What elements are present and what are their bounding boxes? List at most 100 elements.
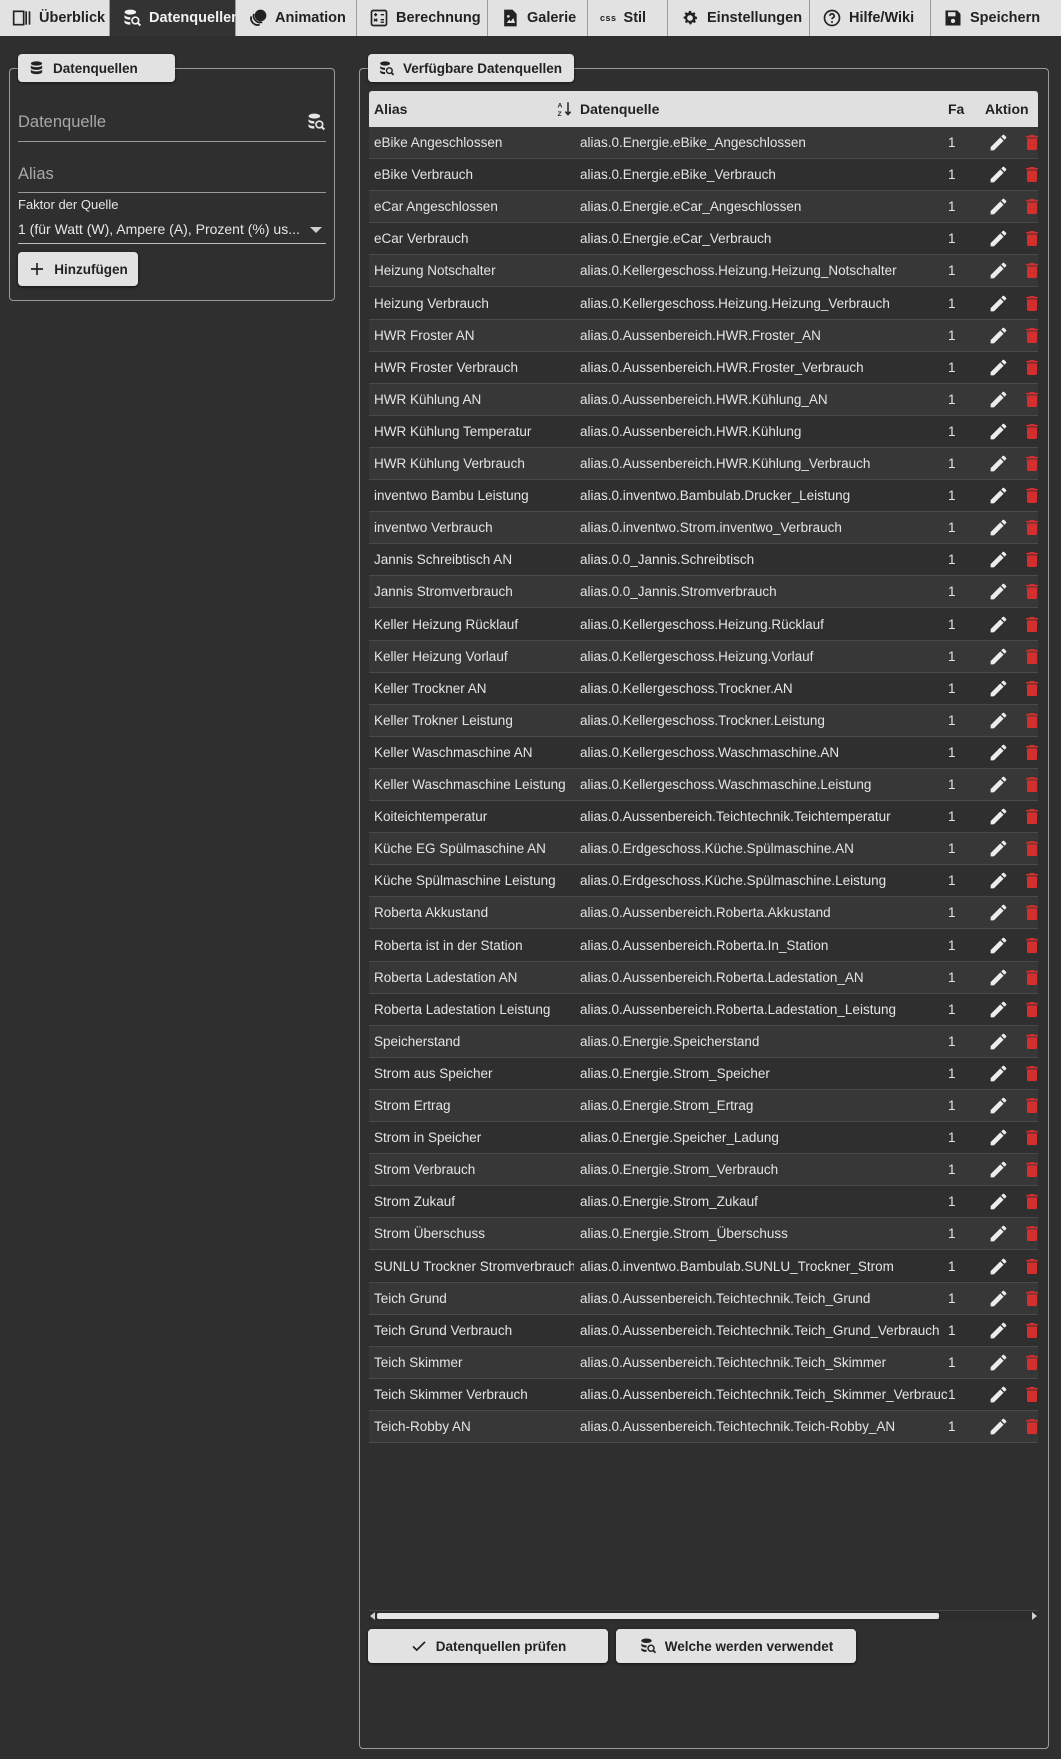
delete-icon[interactable]: [1022, 646, 1038, 667]
delete-icon[interactable]: [1022, 870, 1038, 891]
table-row[interactable]: Roberta Ladestation AN alias.0.Aussenbere…: [369, 961, 1038, 994]
table-row[interactable]: Keller Heizung Rücklauf alias.0.Kellerges…: [369, 608, 1038, 641]
alias-input[interactable]: [18, 160, 326, 188]
delete-icon[interactable]: [1022, 1159, 1038, 1180]
edit-icon[interactable]: [988, 293, 1009, 314]
delete-icon[interactable]: [1022, 806, 1038, 827]
delete-icon[interactable]: [1022, 325, 1038, 346]
delete-icon[interactable]: [1022, 1127, 1038, 1148]
edit-icon[interactable]: [988, 870, 1009, 891]
edit-icon[interactable]: [988, 421, 1009, 442]
delete-icon[interactable]: [1022, 485, 1038, 506]
delete-icon[interactable]: [1022, 999, 1038, 1020]
edit-icon[interactable]: [988, 196, 1009, 217]
column-header-alias[interactable]: Alias: [374, 91, 524, 127]
delete-icon[interactable]: [1022, 517, 1038, 538]
delete-icon[interactable]: [1022, 614, 1038, 635]
delete-icon[interactable]: [1022, 1191, 1038, 1212]
delete-icon[interactable]: [1022, 581, 1038, 602]
edit-icon[interactable]: [988, 549, 1009, 570]
edit-icon[interactable]: [988, 838, 1009, 859]
edit-icon[interactable]: [988, 678, 1009, 699]
edit-icon[interactable]: [988, 742, 1009, 763]
delete-icon[interactable]: [1022, 260, 1038, 281]
delete-icon[interactable]: [1022, 549, 1038, 570]
edit-icon[interactable]: [988, 774, 1009, 795]
edit-icon[interactable]: [988, 517, 1009, 538]
table-row[interactable]: HWR Kühlung Verbrauch alias.0.Aussenberei…: [369, 448, 1038, 480]
table-row[interactable]: Heizung Verbrauch alias.0.Kellergeschoss.…: [369, 287, 1038, 320]
table-row[interactable]: Heizung Notschalter alias.0.Kellergeschos…: [369, 255, 1038, 288]
edit-icon[interactable]: [988, 1223, 1009, 1244]
edit-icon[interactable]: [988, 1256, 1009, 1277]
edit-icon[interactable]: [988, 1191, 1009, 1212]
table-row[interactable]: Jannis Schreibtisch AN alias.0.0_Jannis.S…: [369, 544, 1038, 577]
edit-icon[interactable]: [988, 967, 1009, 988]
alias-field[interactable]: [18, 160, 326, 193]
add-button[interactable]: Hinzufügen: [18, 252, 138, 286]
scroll-left-icon[interactable]: [370, 1612, 375, 1620]
edit-icon[interactable]: [988, 260, 1009, 281]
edit-icon[interactable]: [988, 357, 1009, 378]
edit-icon[interactable]: [988, 999, 1009, 1020]
table-row[interactable]: Roberta Ladestation Leistung alias.0.Auss…: [369, 993, 1038, 1026]
table-row[interactable]: Teich Grund Verbrauch alias.0.Aussenberei…: [369, 1314, 1038, 1347]
delete-icon[interactable]: [1022, 357, 1038, 378]
table-row[interactable]: Roberta ist in der Station alias.0.Aussen…: [369, 929, 1038, 962]
table-row[interactable]: Keller Heizung Vorlauf alias.0.Kellergesc…: [369, 640, 1038, 673]
delete-icon[interactable]: [1022, 196, 1038, 217]
edit-icon[interactable]: [988, 453, 1009, 474]
check-datasources-button[interactable]: Datenquellen prüfen: [368, 1629, 608, 1663]
delete-icon[interactable]: [1022, 1063, 1038, 1084]
delete-icon[interactable]: [1022, 1031, 1038, 1052]
delete-icon[interactable]: [1022, 1095, 1038, 1116]
table-row[interactable]: eBike Angeschlossen alias.0.Energie.eBike…: [369, 127, 1038, 159]
table-row[interactable]: Keller Trokner Leistung alias.0.Kellerges…: [369, 704, 1038, 737]
tab-gallery[interactable]: Galerie: [488, 0, 588, 36]
table-row[interactable]: HWR Kühlung Temperatur alias.0.Aussenbere…: [369, 415, 1038, 448]
delete-icon[interactable]: [1022, 293, 1038, 314]
table-horizontal-scrollbar[interactable]: [369, 1610, 1038, 1621]
tab-save[interactable]: Speichern: [931, 0, 1061, 36]
delete-icon[interactable]: [1022, 838, 1038, 859]
delete-icon[interactable]: [1022, 1256, 1038, 1277]
edit-icon[interactable]: [988, 902, 1009, 923]
table-row[interactable]: Strom in Speicher alias.0.Energie.Speiche…: [369, 1122, 1038, 1155]
edit-icon[interactable]: [988, 1320, 1009, 1341]
table-row[interactable]: Strom Ertrag alias.0.Energie.Strom_Ertrag…: [369, 1090, 1038, 1122]
edit-icon[interactable]: [988, 132, 1009, 153]
table-row[interactable]: SUNLU Trockner Stromverbrauch alias.0.inv…: [369, 1250, 1038, 1283]
delete-icon[interactable]: [1022, 1288, 1038, 1309]
table-row[interactable]: Teich Grund alias.0.Aussenbereich.Teichte…: [369, 1282, 1038, 1315]
table-row[interactable]: Strom Überschuss alias.0.Energie.Strom_Üb…: [369, 1218, 1038, 1251]
edit-icon[interactable]: [988, 646, 1009, 667]
tab-datasources[interactable]: Datenquellen: [110, 0, 240, 36]
edit-icon[interactable]: [988, 228, 1009, 249]
scroll-right-icon[interactable]: [1032, 1612, 1037, 1620]
table-row[interactable]: Keller Waschmaschine AN alias.0.Kellerges…: [369, 736, 1038, 769]
edit-icon[interactable]: [988, 1352, 1009, 1373]
edit-icon[interactable]: [988, 1031, 1009, 1052]
edit-icon[interactable]: [988, 1127, 1009, 1148]
delete-icon[interactable]: [1022, 1384, 1038, 1405]
tab-settings[interactable]: Einstellungen: [668, 0, 810, 36]
edit-icon[interactable]: [988, 935, 1009, 956]
table-row[interactable]: Strom Zukauf alias.0.Energie.Strom_Zukauf…: [369, 1186, 1038, 1219]
table-row[interactable]: HWR Kühlung AN alias.0.Aussenbereich.HWR.…: [369, 383, 1038, 416]
delete-icon[interactable]: [1022, 453, 1038, 474]
tab-animation[interactable]: Animation: [236, 0, 357, 36]
delete-icon[interactable]: [1022, 1223, 1038, 1244]
edit-icon[interactable]: [988, 1095, 1009, 1116]
delete-icon[interactable]: [1022, 935, 1038, 956]
table-row[interactable]: Speicherstand alias.0.Energie.Speichersta…: [369, 1025, 1038, 1058]
delete-icon[interactable]: [1022, 678, 1038, 699]
tab-overview[interactable]: Überblick: [0, 0, 110, 36]
table-row[interactable]: Koiteichtemperatur alias.0.Aussenbereich.…: [369, 801, 1038, 834]
edit-icon[interactable]: [988, 1416, 1009, 1437]
table-row[interactable]: HWR Froster AN alias.0.Aussenbereich.HWR.…: [369, 319, 1038, 352]
delete-icon[interactable]: [1022, 389, 1038, 410]
delete-icon[interactable]: [1022, 1320, 1038, 1341]
delete-icon[interactable]: [1022, 967, 1038, 988]
table-row[interactable]: inventwo Verbrauch alias.0.inventwo.Strom…: [369, 512, 1038, 545]
edit-icon[interactable]: [988, 164, 1009, 185]
